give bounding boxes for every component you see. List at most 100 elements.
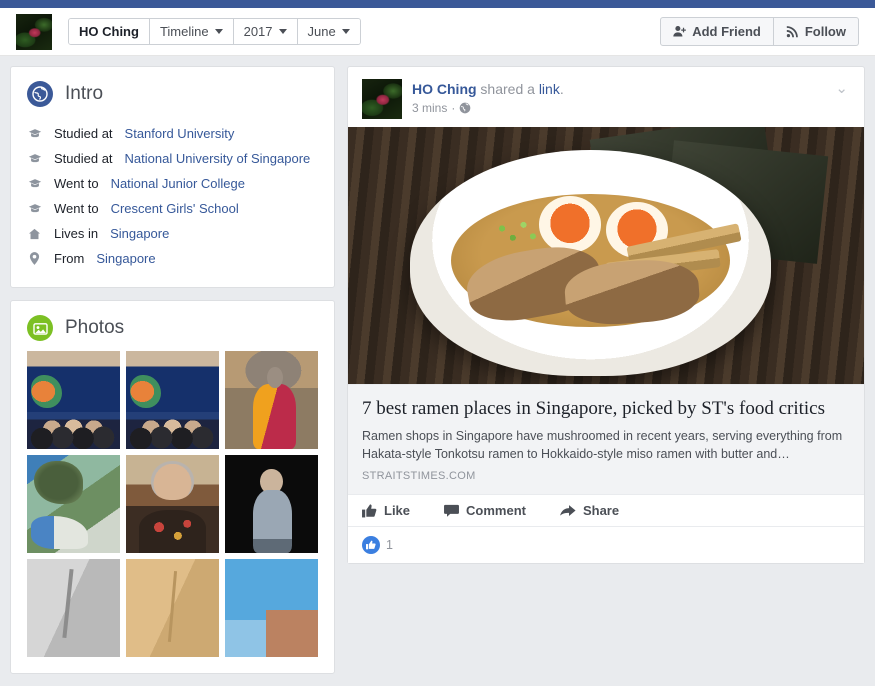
chevron-down-icon	[278, 29, 287, 34]
share-arrow-icon	[560, 504, 576, 516]
nav-tab-year-label: 2017	[243, 24, 273, 39]
post-action-text: shared a	[476, 81, 539, 97]
nav-tab-month[interactable]: June	[296, 19, 360, 44]
ramen-egg-1	[538, 196, 601, 253]
intro-item-from: From Singapore	[27, 246, 318, 271]
like-count-label[interactable]: 1	[386, 538, 393, 552]
intro-item-nus: Studied at National University of Singap…	[27, 146, 318, 171]
rss-follow-icon	[786, 26, 798, 38]
intro-item-lives-in: Lives in Singapore	[27, 221, 318, 246]
nav-profile-avatar[interactable]	[16, 13, 52, 50]
photo-portrait-floral[interactable]	[126, 455, 219, 553]
post-reactions-bar: 1	[348, 526, 864, 563]
intro-item-link[interactable]: Singapore	[110, 226, 169, 241]
link-preview-card[interactable]: 7 best ramen places in Singapore, picked…	[348, 384, 864, 494]
like-button[interactable]: Like	[362, 503, 410, 518]
nav-tab-timeline[interactable]: Timeline	[148, 19, 233, 44]
nav-action-buttons: Add Friend Follow	[660, 17, 859, 46]
photo-group-mural-1[interactable]	[27, 351, 120, 449]
graduation-cap-icon	[27, 203, 42, 214]
intro-items-list: Studied at Stanford University Studied a…	[11, 117, 334, 287]
graduation-cap-icon	[27, 128, 42, 139]
follow-label: Follow	[804, 24, 846, 39]
post-timestamp[interactable]: 3 mins	[412, 101, 447, 115]
home-icon	[27, 228, 42, 240]
add-friend-label: Add Friend	[692, 24, 761, 39]
post-link-word[interactable]: link	[539, 81, 560, 97]
profile-nav-segmented-control: HO Ching Timeline 2017 June	[68, 18, 361, 45]
nav-tab-timeline-label: Timeline	[159, 24, 209, 39]
photo-portrait-orange-jacket[interactable]	[225, 351, 318, 449]
graduation-cap-icon	[27, 153, 42, 164]
photo-water-rocks[interactable]	[27, 455, 120, 553]
nav-tab-month-label: June	[307, 24, 336, 39]
nav-profile-name-label: HO Ching	[79, 24, 139, 39]
post-story-line: HO Ching shared a link.	[412, 80, 833, 98]
post-action-bar: Like Comment Share	[348, 494, 864, 526]
globe-icon	[27, 81, 53, 107]
intro-card: Intro Studied at Stanford University Stu…	[10, 66, 335, 288]
link-preview-description: Ramen shops in Singapore have mushroomed…	[362, 428, 843, 461]
left-sidebar: Intro Studied at Stanford University Stu…	[10, 66, 335, 686]
photos-card-title: Photos	[65, 317, 125, 338]
like-button-label: Like	[384, 503, 411, 518]
photo-icon	[27, 315, 53, 341]
intro-item-prefix: Went to	[54, 176, 99, 191]
post-author-avatar[interactable]	[362, 79, 402, 119]
intro-item-link[interactable]: Crescent Girls' School	[111, 201, 239, 216]
chevron-down-icon	[341, 29, 350, 34]
intro-item-prefix: From	[54, 251, 85, 266]
intro-item-njc: Went to National Junior College	[27, 171, 318, 196]
link-preview-title[interactable]: 7 best ramen places in Singapore, picked…	[362, 397, 850, 421]
map-pin-icon	[27, 252, 42, 265]
post-meta-separator: ·	[451, 101, 456, 116]
intro-item-link[interactable]: National University of Singapore	[125, 151, 311, 166]
follow-button[interactable]: Follow	[773, 17, 859, 46]
add-friend-button[interactable]: Add Friend	[660, 17, 774, 46]
photos-card-header: Photos	[11, 301, 334, 351]
photo-woman-dark-background[interactable]	[225, 455, 318, 553]
photos-grid	[11, 351, 334, 673]
photo-group-mural-2[interactable]	[126, 351, 219, 449]
photo-sand-texture[interactable]	[126, 559, 219, 657]
intro-item-stanford: Studied at Stanford University	[27, 121, 318, 146]
profile-nav-bar: HO Ching Timeline 2017 June Add Friend F…	[0, 8, 875, 56]
main-feed: HO Ching shared a link. 3 mins · ⌄ 7 bes…	[347, 66, 865, 576]
post-timestamp-row: 3 mins ·	[412, 101, 833, 115]
post-header: HO Ching shared a link. 3 mins · ⌄	[348, 67, 864, 127]
photo-building-sky[interactable]	[225, 559, 318, 657]
intro-item-link[interactable]: Singapore	[96, 251, 155, 266]
nav-profile-name[interactable]: HO Ching	[69, 19, 149, 44]
thumbs-up-icon	[362, 503, 377, 517]
photos-card: Photos	[10, 300, 335, 674]
comment-icon	[444, 504, 459, 517]
add-friend-icon	[673, 25, 687, 37]
page-content: Intro Studied at Stanford University Stu…	[0, 56, 875, 674]
graduation-cap-icon	[27, 178, 42, 189]
post-author-name[interactable]: HO Ching	[412, 81, 477, 97]
post-trailing-text: .	[559, 81, 564, 97]
post-options-chevron-down-icon[interactable]: ⌄	[833, 79, 850, 97]
post-ramen-photo[interactable]	[348, 127, 864, 384]
comment-button[interactable]: Comment	[444, 503, 526, 518]
thumbs-up-badge-icon[interactable]	[362, 536, 380, 554]
intro-card-title: Intro	[65, 83, 104, 104]
intro-card-header: Intro	[11, 67, 334, 117]
share-button[interactable]: Share	[560, 503, 619, 518]
share-button-label: Share	[582, 503, 620, 518]
chevron-down-icon	[214, 29, 223, 34]
post-card: HO Ching shared a link. 3 mins · ⌄ 7 bes…	[347, 66, 865, 564]
globe-icon[interactable]	[459, 102, 471, 114]
comment-button-label: Comment	[466, 503, 526, 518]
nav-tab-year[interactable]: 2017	[232, 19, 297, 44]
link-preview-domain: STRAITSTIMES.COM	[362, 470, 476, 482]
post-meta: HO Ching shared a link. 3 mins ·	[412, 79, 833, 115]
intro-item-prefix: Studied at	[54, 126, 113, 141]
facebook-blue-topbar	[0, 0, 875, 8]
intro-item-link[interactable]: National Junior College	[111, 176, 245, 191]
photo-gray-texture[interactable]	[27, 559, 120, 657]
intro-item-prefix: Studied at	[54, 151, 113, 166]
intro-item-link[interactable]: Stanford University	[125, 126, 235, 141]
intro-item-crescent: Went to Crescent Girls' School	[27, 196, 318, 221]
intro-item-prefix: Went to	[54, 201, 99, 216]
